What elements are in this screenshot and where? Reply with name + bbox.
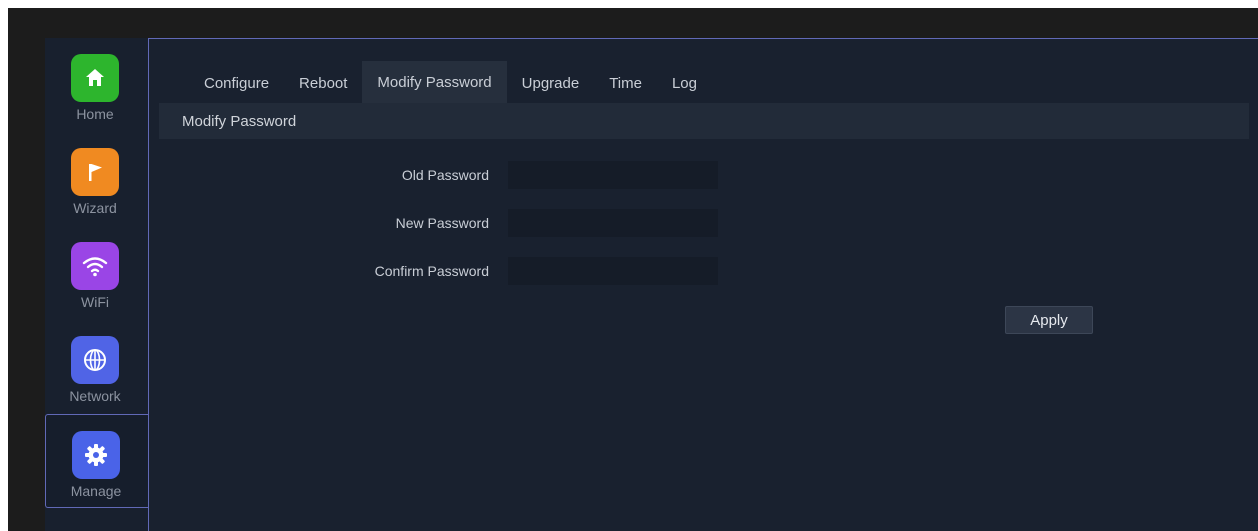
section-header: Modify Password — [159, 103, 1249, 139]
sidebar-item-label: Network — [69, 388, 121, 404]
sidebar: Home Wizard WiFi Network Manage — [45, 38, 155, 531]
sidebar-item-label: Home — [76, 106, 114, 122]
gear-icon — [72, 431, 120, 479]
home-icon — [71, 54, 119, 102]
sidebar-item-manage[interactable]: Manage — [45, 414, 155, 508]
confirm-password-field[interactable] — [508, 257, 718, 285]
old-password-label: Old Password — [401, 167, 489, 183]
sidebar-item-wifi[interactable]: WiFi — [45, 226, 155, 320]
flag-icon — [71, 148, 119, 196]
sidebar-item-label: Wizard — [73, 200, 117, 216]
tab-log[interactable]: Log — [657, 61, 712, 105]
tab-modify-password[interactable]: Modify Password — [362, 61, 507, 105]
new-password-field[interactable] — [508, 209, 718, 237]
tab-reboot[interactable]: Reboot — [284, 61, 362, 105]
sidebar-item-label: Manage — [70, 483, 122, 499]
tab-configure[interactable]: Configure — [189, 61, 284, 105]
router-admin-window: Home Wizard WiFi Network Manage Configur… — [8, 8, 1258, 531]
tab-time[interactable]: Time — [594, 61, 657, 105]
new-password-label: New Password — [395, 215, 489, 231]
tab-upgrade[interactable]: Upgrade — [507, 61, 595, 105]
wifi-icon — [71, 242, 119, 290]
confirm-password-label: Confirm Password — [374, 263, 489, 279]
sidebar-item-label: WiFi — [81, 294, 109, 310]
sidebar-item-wizard[interactable]: Wizard — [45, 132, 155, 226]
main-panel: Configure Reboot Modify Password Upgrade… — [148, 38, 1258, 531]
sidebar-item-home[interactable]: Home — [45, 38, 155, 132]
old-password-row: Old Password — [149, 161, 749, 189]
tab-bar: Configure Reboot Modify Password Upgrade… — [189, 61, 712, 105]
apply-button[interactable]: Apply — [1005, 306, 1093, 334]
new-password-row: New Password — [149, 209, 749, 237]
globe-icon — [71, 336, 119, 384]
confirm-password-row: Confirm Password — [149, 257, 749, 285]
old-password-field[interactable] — [508, 161, 718, 189]
sidebar-item-network[interactable]: Network — [45, 320, 155, 414]
